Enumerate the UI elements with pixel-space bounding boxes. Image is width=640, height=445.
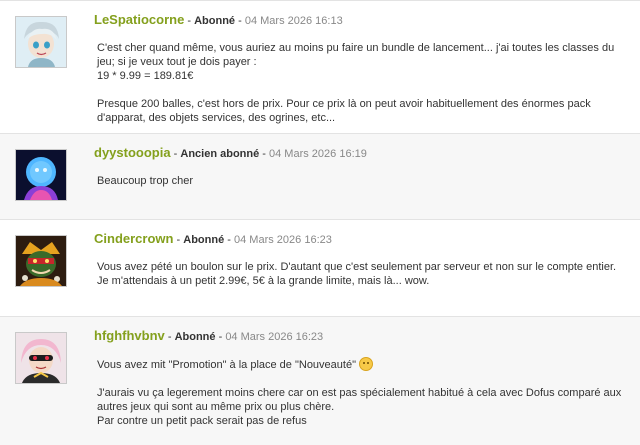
- post-date: 04 Mars 2026 16:23: [234, 234, 332, 246]
- author-rank: Abonné: [183, 234, 225, 246]
- author-rank: Abonné: [194, 15, 236, 27]
- header-separator: -: [262, 148, 266, 160]
- header-separator: -: [218, 331, 223, 343]
- header-separator: -: [173, 148, 178, 160]
- comment-post: Cindercrown - Abonné - 04 Mars 2026 16:2…: [0, 220, 640, 317]
- post-paragraph: J'aurais vu ça legerement moins chere ca…: [97, 387, 622, 413]
- post-paragraph: Presque 200 balles, c'est hors de prix. …: [97, 98, 591, 124]
- post-paragraph: Par contre un petit pack serait pas de r…: [97, 415, 307, 427]
- avatar-image: [16, 333, 66, 383]
- author-rank: Ancien abonné: [180, 148, 260, 160]
- post-paragraph: C'est cher quand même, vous auriez au mo…: [97, 42, 615, 68]
- post-date: 04 Mars 2026 16:23: [225, 331, 324, 343]
- author-link[interactable]: Cindercrown: [94, 231, 173, 246]
- post-paragraph: Vous avez pété un boulon sur le prix. D'…: [97, 261, 617, 287]
- author-link[interactable]: dyystooopia: [94, 145, 171, 160]
- comment-thread: LeSpatiocorne - Abonné - 04 Mars 2026 16…: [0, 0, 640, 445]
- post-header: hfghfhvbnv - Abonné - 04 Mars 2026 16:23: [94, 328, 323, 343]
- post-paragraph: Beaucoup trop cher: [97, 175, 194, 187]
- avatar-image: [16, 236, 66, 286]
- comment-post: hfghfhvbnv - Abonné - 04 Mars 2026 16:23…: [0, 317, 640, 445]
- comment-post: dyystooopia - Ancien abonné - 04 Mars 20…: [0, 134, 640, 220]
- avatar-image: [16, 150, 66, 200]
- post-paragraph: 19 * 9.99 = 189.81€: [97, 70, 194, 82]
- author-rank: Abonné: [174, 331, 216, 343]
- avatar[interactable]: [15, 149, 67, 201]
- post-header: dyystooopia - Ancien abonné - 04 Mars 20…: [94, 145, 367, 160]
- post-header: LeSpatiocorne - Abonné - 04 Mars 2026 16…: [94, 12, 343, 27]
- header-separator: -: [167, 331, 172, 343]
- post-body: Vous avez mit "Promotion" à la place de …: [97, 357, 628, 442]
- post-paragraph: Vous avez mit "Promotion" à la place de …: [97, 359, 356, 371]
- header-separator: -: [227, 234, 231, 246]
- comment-post: LeSpatiocorne - Abonné - 04 Mars 2026 16…: [0, 1, 640, 134]
- post-date: 04 Mars 2026 16:13: [244, 15, 343, 27]
- post-body: C'est cher quand même, vous auriez au mo…: [97, 41, 628, 139]
- post-header: Cindercrown - Abonné - 04 Mars 2026 16:2…: [94, 231, 332, 246]
- post-date: 04 Mars 2026 16:19: [269, 148, 367, 160]
- smiley-emoji-icon: [358, 357, 373, 371]
- header-separator: -: [187, 15, 192, 27]
- avatar[interactable]: [15, 16, 67, 68]
- author-link[interactable]: hfghfhvbnv: [94, 328, 165, 343]
- header-separator: -: [238, 15, 242, 27]
- post-body: Vous avez pété un boulon sur le prix. D'…: [97, 260, 628, 302]
- avatar-image: [16, 17, 66, 67]
- avatar[interactable]: [15, 235, 67, 287]
- header-separator: -: [176, 234, 181, 246]
- author-link[interactable]: LeSpatiocorne: [94, 12, 184, 27]
- avatar[interactable]: [15, 332, 67, 384]
- post-body: Beaucoup trop cher: [97, 174, 628, 202]
